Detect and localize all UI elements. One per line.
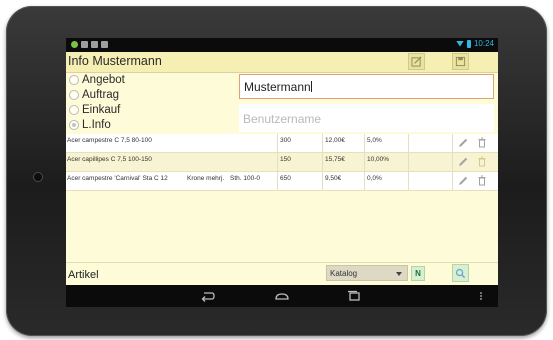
navigation-bar [66,285,498,307]
cell-discount: 5,0% [367,137,382,144]
document-type-group: Angebot Auftrag Einkauf L.Info [66,73,238,133]
page-title: Info Mustermann [68,54,162,68]
catalog-select[interactable]: Katalog [326,265,408,281]
front-camera [33,172,43,182]
article-table: Acer campestre C 7,5 80-100 300 12,00€ 5… [66,134,498,191]
table-row[interactable]: Acer campestre C 7,5 80-100 300 12,00€ 5… [66,134,498,153]
save-icon [455,56,466,67]
clock: 10:24 [473,39,494,48]
text-cursor [310,81,312,92]
pencil-icon[interactable] [458,137,468,148]
username-input[interactable]: Benutzername [239,104,494,132]
cell-qty: 650 [280,175,291,182]
edit-icon [411,56,422,67]
table-row[interactable]: Acer capillipes C 7,5 100-150 150 15,75€… [66,153,498,172]
save-button[interactable] [452,53,469,70]
cell-qty: 300 [280,137,291,144]
radio-circle-icon [69,105,79,115]
cell-price: 9,50€ [325,175,342,182]
cell-article: Acer campestre C 7,5 80-100 [67,137,152,144]
bottom-toolbar: Artikel Katalog N [66,262,498,285]
edit-button[interactable] [408,53,425,70]
cell-price: 12,00€ [325,137,345,144]
trash-icon[interactable] [477,137,487,148]
wifi-icon [455,40,464,47]
cell-discount: 0,0% [367,175,382,182]
trash-icon[interactable] [477,156,487,167]
name-input[interactable]: Mustermann [239,74,494,99]
radio-circle-icon [69,90,79,100]
notification-icons [71,41,108,48]
new-button[interactable]: N [411,266,425,281]
username-placeholder: Benutzername [243,112,322,126]
title-bar: Info Mustermann [66,52,498,73]
search-icon [455,268,466,278]
status-right: 10:24 [455,39,494,48]
pencil-icon[interactable] [458,175,468,186]
radio-label: Angebot [82,74,125,86]
cell-discount: 10,00% [367,156,390,163]
radio-angebot[interactable]: Angebot [69,74,125,86]
status-bar: 10:24 [66,38,498,52]
trash-icon[interactable] [477,175,487,186]
app-screen: 10:24 Info Mustermann Angebot Auftrag Ei… [66,38,498,307]
overflow-menu-icon[interactable] [478,289,484,303]
radio-circle-icon [69,75,79,85]
name-input-value: Mustermann [244,80,311,94]
cell-article: Acer capillipes C 7,5 100-150 [67,156,152,163]
pencil-icon[interactable] [458,156,468,167]
back-icon[interactable] [200,289,216,303]
android-notification-icon [71,41,78,48]
radio-einkauf[interactable]: Einkauf [69,104,120,116]
cell-extra1: Krone mehrj. [187,175,225,182]
radio-linfo[interactable]: L.Info [69,119,111,131]
radio-selected-icon [69,120,79,130]
artikel-label: Artikel [68,269,99,281]
cell-qty: 150 [280,156,291,163]
catalog-select-value: Katalog [330,269,358,278]
table-row[interactable]: Acer campestre 'Carnival' Sta C 12 Krone… [66,172,498,191]
recent-apps-icon[interactable] [346,289,362,303]
calendar-notification-icon [91,41,98,48]
battery-icon [466,39,471,48]
home-icon[interactable] [274,289,290,303]
radio-label: Auftrag [82,89,120,101]
search-button[interactable] [452,264,469,282]
radio-label: L.Info [82,119,111,131]
image-notification-icon [81,41,88,48]
cell-extra2: Sth. 100-0 [230,175,260,182]
radio-auftrag[interactable]: Auftrag [69,89,119,101]
dropdown-caret-icon [396,272,402,276]
usb-notification-icon [101,41,108,48]
radio-label: Einkauf [82,104,121,116]
cell-price: 15,75€ [325,156,345,163]
cell-article: Acer campestre 'Carnival' Sta C 12 [67,175,168,182]
